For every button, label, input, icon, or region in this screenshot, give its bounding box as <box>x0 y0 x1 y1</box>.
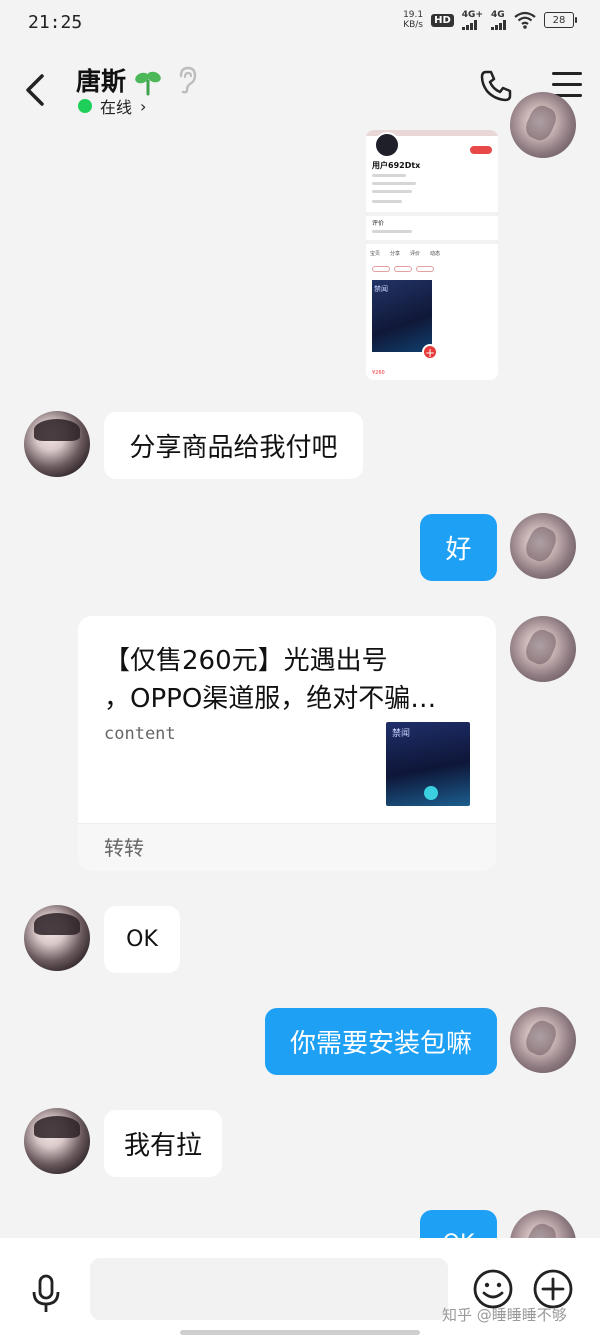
shared-screenshot-image[interactable]: 用户692Dtx 评价 宝贝 分享 评价 动态 禁闻 + ¥260 <box>366 130 498 380</box>
ear-icon[interactable] <box>176 66 198 94</box>
signal-4g-plus-label: 4G+ <box>461 9 483 20</box>
avatar[interactable] <box>24 1108 90 1174</box>
message-bubble[interactable]: 好 <box>420 514 497 581</box>
product-card-title: 【仅售260元】光遇出号 ，OPPO渠道服，绝对不骗… <box>104 646 437 714</box>
avatar[interactable] <box>510 1007 576 1073</box>
status-bar: 21:25 19.1 KB/s HD 4G+ 4G 28 <box>0 0 600 44</box>
screenshot-tabs: 宝贝 分享 评价 动态 <box>370 251 441 257</box>
message-bubble[interactable]: OK <box>104 906 180 973</box>
product-card-thumbnail-label: 禁闻 <box>392 729 411 739</box>
network-speed-value: 19.1 <box>403 10 424 20</box>
online-dot-icon <box>78 99 92 113</box>
wifi-icon <box>514 11 536 29</box>
avatar[interactable] <box>510 513 576 579</box>
message-bubble[interactable]: 你需要安装包嘛 <box>265 1008 497 1075</box>
product-card-footer: 转转 <box>78 823 496 871</box>
avatar[interactable] <box>24 411 90 477</box>
sprout-icon <box>135 71 161 96</box>
product-card-description: content <box>104 724 176 744</box>
signal-4g-label: 4G <box>491 9 505 20</box>
avatar[interactable] <box>510 616 576 682</box>
avatar[interactable] <box>510 92 576 158</box>
chevron-right-icon: › <box>140 96 147 116</box>
home-indicator[interactable] <box>180 1330 420 1335</box>
microphone-icon[interactable] <box>30 1274 62 1314</box>
battery-level: 28 <box>552 14 566 26</box>
screenshot-username: 用户692Dtx <box>372 161 421 170</box>
online-status[interactable]: 在线 › <box>78 94 146 118</box>
plus-icon: + <box>422 344 438 360</box>
product-card-thumbnail: 禁闻 <box>386 722 470 806</box>
contact-name[interactable]: 唐斯 <box>76 62 126 98</box>
hd-icon: HD <box>431 13 454 27</box>
product-card[interactable]: 【仅售260元】光遇出号 ，OPPO渠道服，绝对不骗… content 禁闻 转… <box>78 616 496 871</box>
message-input[interactable] <box>90 1258 448 1320</box>
watermark: 知乎 @睡睡睡不够 <box>442 1306 567 1324</box>
message-bubble[interactable]: 分享商品给我付吧 <box>104 412 363 479</box>
status-icons: 19.1 KB/s HD 4G+ 4G 28 <box>403 9 577 30</box>
online-status-label: 在线 <box>100 98 133 117</box>
status-time: 21:25 <box>28 12 83 33</box>
back-arrow-icon[interactable] <box>22 72 52 108</box>
screenshot-follow-button <box>470 146 492 154</box>
phone-call-icon[interactable] <box>478 68 514 104</box>
network-speed-unit: KB/s <box>403 20 423 30</box>
screenshot-price: ¥260 <box>372 370 385 376</box>
avatar[interactable] <box>24 905 90 971</box>
signal-4g-icon: 4G <box>491 9 506 30</box>
message-bubble[interactable]: 我有拉 <box>104 1110 222 1177</box>
signal-4g-plus-icon: 4G+ <box>461 9 483 30</box>
network-speed: 19.1 KB/s <box>403 10 423 30</box>
screenshot-product-title: 禁闻 <box>374 285 388 293</box>
battery-icon: 28 <box>544 12 577 28</box>
screenshot-avatar <box>374 132 400 158</box>
screenshot-section-label: 评价 <box>372 220 385 227</box>
